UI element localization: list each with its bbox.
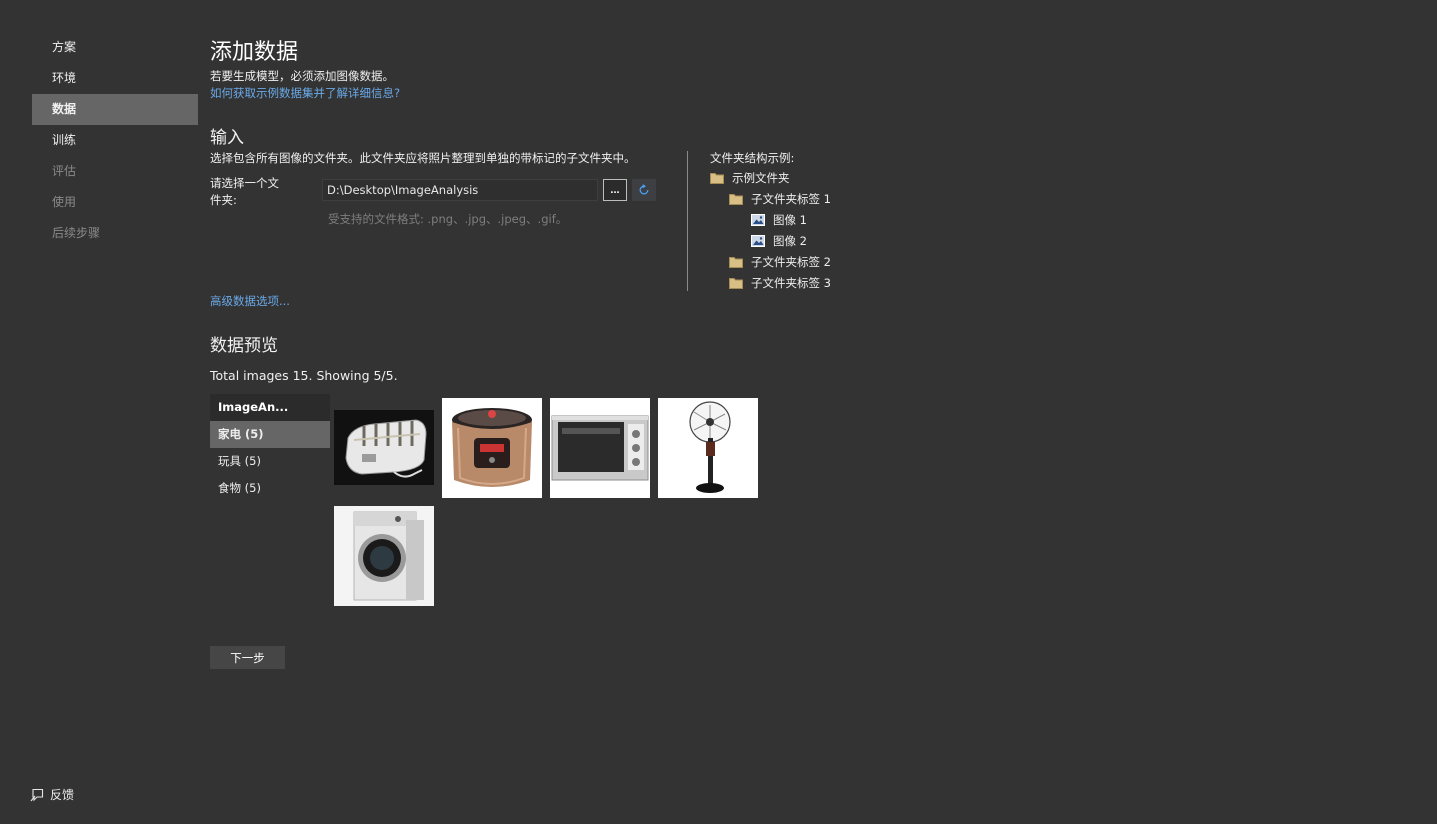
image-file-icon	[751, 214, 765, 226]
sidebar-item-plan[interactable]: 方案	[32, 32, 198, 63]
section-divider	[687, 151, 688, 291]
folder-icon	[710, 173, 724, 184]
refresh-button[interactable]	[632, 179, 656, 201]
advanced-data-options-link[interactable]: 高级数据选项...	[210, 293, 290, 309]
input-description: 选择包含所有图像的文件夹。此文件夹应将照片整理到单独的带标记的子文件夹中。	[210, 151, 636, 165]
tree-item-label: 图像 2	[773, 234, 807, 248]
sidebar-item-evaluate: 评估	[52, 164, 77, 178]
sidebar-item-train[interactable]: 训练	[32, 125, 198, 156]
tree-item-subfolder-1: 子文件夹标签 1	[729, 190, 831, 208]
sidebar-item-data[interactable]: 数据	[32, 94, 198, 125]
next-button[interactable]: 下一步	[210, 646, 285, 669]
folder-icon	[729, 257, 743, 268]
supported-formats-text: 受支持的文件格式: .png、.jpg、.jpeg、.gif。	[328, 212, 568, 226]
image-file-icon	[751, 235, 765, 247]
browse-button[interactable]: ...	[603, 179, 627, 201]
category-root[interactable]: ImageAn...	[210, 394, 330, 421]
tree-item-label: 子文件夹标签 2	[751, 255, 831, 269]
preview-summary: Total images 15. Showing 5/5.	[210, 368, 398, 383]
tree-item-image-1: 图像 1	[751, 211, 807, 229]
feedback-icon	[30, 788, 44, 801]
page-title: 添加数据	[210, 40, 299, 65]
rice-cooker-image[interactable]	[442, 398, 542, 498]
page-subtitle: 若要生成模型，必须添加图像数据。	[210, 69, 394, 83]
tree-item-label: 子文件夹标签 1	[751, 192, 831, 206]
feedback-label: 反馈	[50, 788, 75, 802]
folder-label-line1: 请选择一个文	[210, 176, 279, 190]
tree-item-label: 示例文件夹	[732, 171, 790, 185]
tree-item-subfolder-3: 子文件夹标签 3	[729, 274, 831, 292]
category-food[interactable]: 食物 (5)	[210, 475, 330, 502]
refresh-icon	[639, 184, 649, 195]
tree-item-example-folder: 示例文件夹	[710, 169, 790, 187]
oven-image[interactable]	[550, 398, 650, 498]
sidebar-item-environment[interactable]: 环境	[32, 63, 198, 94]
category-toys[interactable]: 玩具 (5)	[210, 448, 330, 475]
folder-label-line2: 件夹:	[210, 193, 237, 207]
toaster-image[interactable]	[334, 398, 434, 498]
washing-machine-image[interactable]	[334, 506, 434, 606]
tree-item-label: 子文件夹标签 3	[751, 276, 831, 290]
category-list: ImageAn... 家电 (5) 玩具 (5) 食物 (5)	[210, 394, 330, 502]
preview-section-title: 数据预览	[210, 336, 278, 356]
folder-icon	[729, 194, 743, 205]
category-appliances[interactable]: 家电 (5)	[210, 421, 330, 448]
folder-icon	[729, 278, 743, 289]
tree-item-image-2: 图像 2	[751, 232, 807, 250]
help-link[interactable]: 如何获取示例数据集并了解详细信息?	[210, 85, 400, 101]
input-section-title: 输入	[210, 128, 244, 148]
folder-example-title: 文件夹结构示例:	[710, 151, 795, 165]
fan-image[interactable]	[658, 398, 758, 498]
sidebar-item-consume: 使用	[52, 195, 77, 209]
sidebar-item-next-steps: 后续步骤	[52, 226, 101, 240]
feedback-button[interactable]: 反馈	[30, 786, 74, 803]
tree-item-subfolder-2: 子文件夹标签 2	[729, 253, 831, 271]
folder-path-input[interactable]	[322, 179, 598, 201]
tree-item-label: 图像 1	[773, 213, 807, 227]
